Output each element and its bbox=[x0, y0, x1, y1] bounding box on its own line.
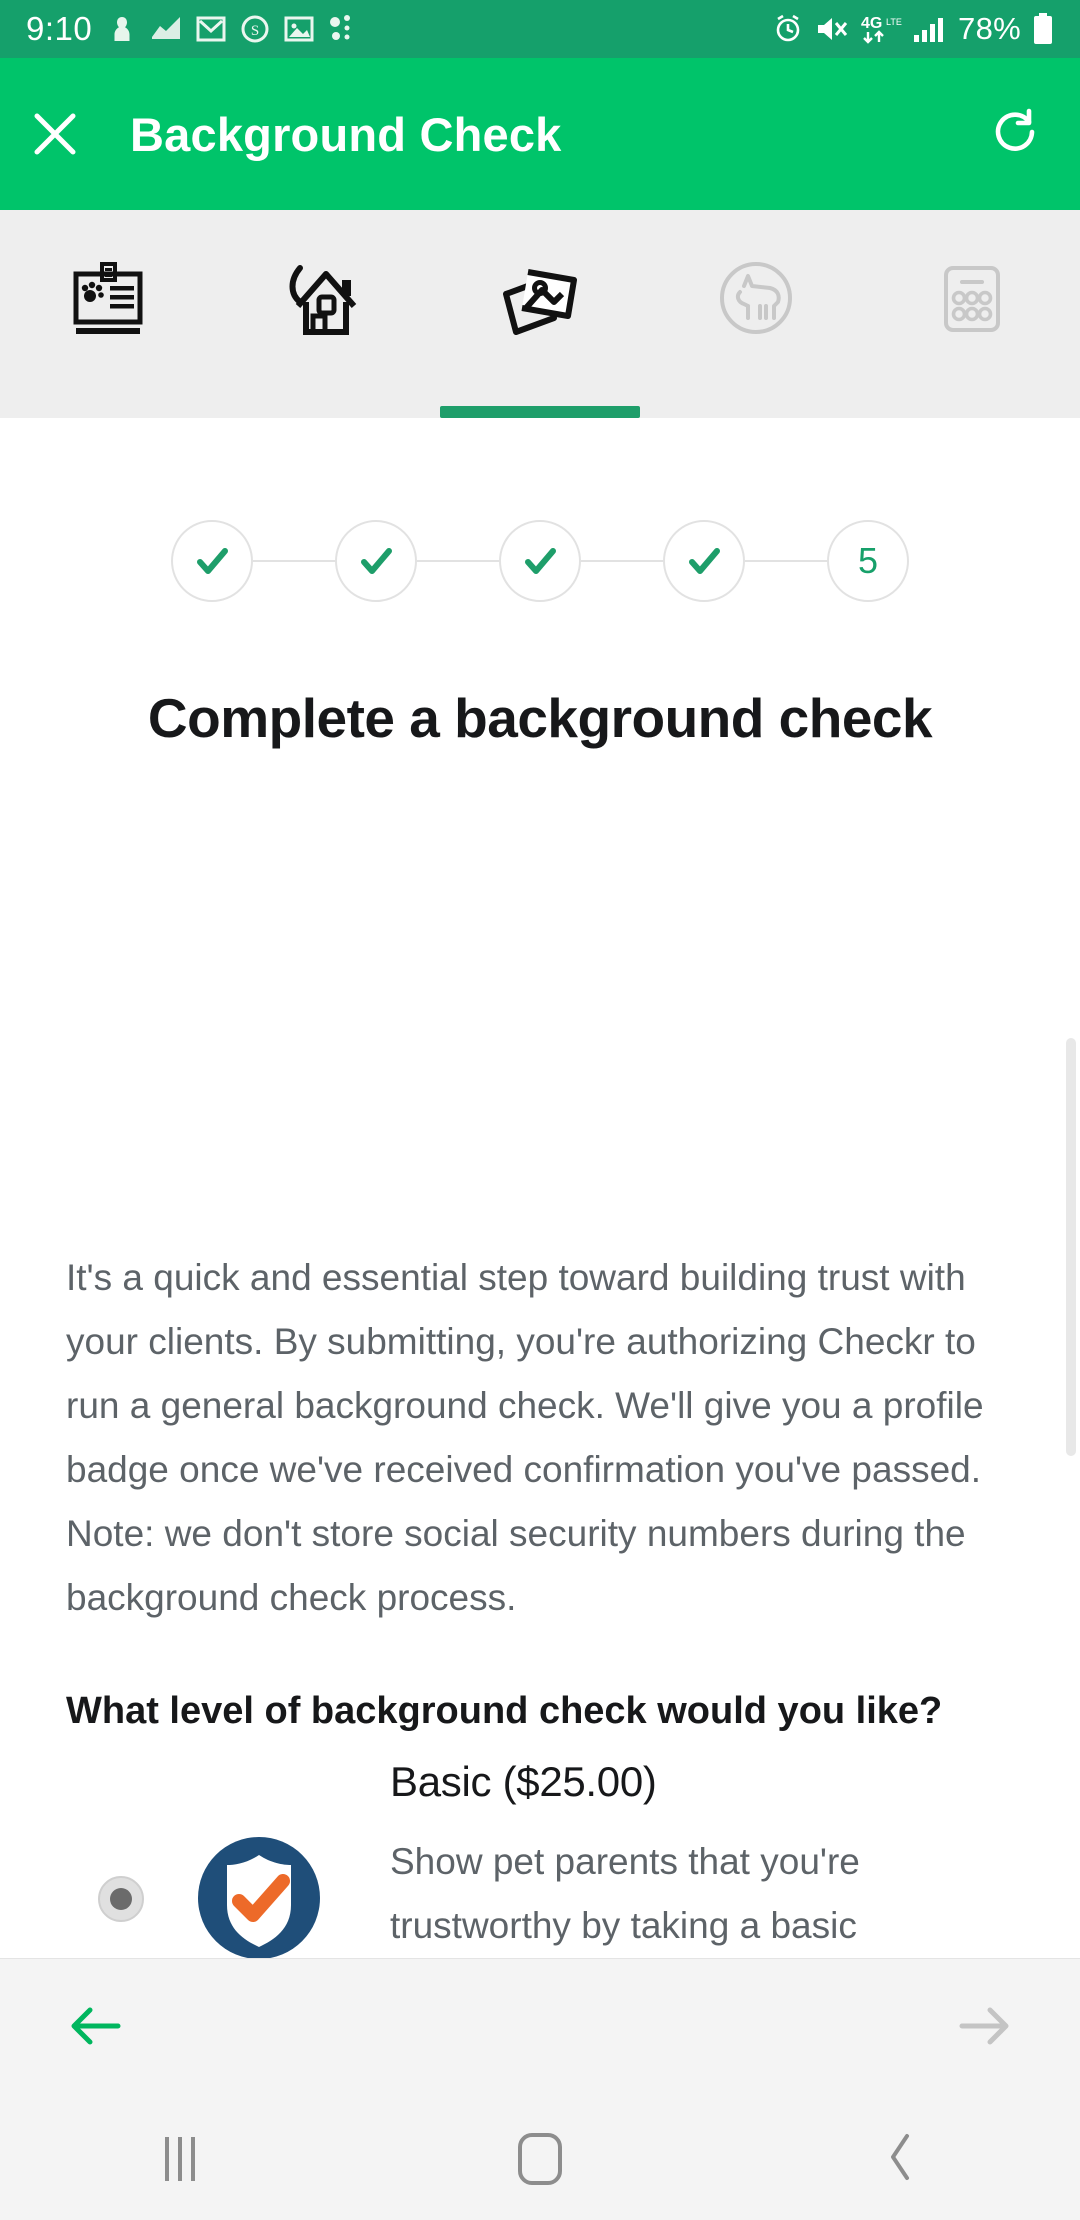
step-1[interactable] bbox=[171, 520, 253, 602]
option-basic-title: Basic ($25.00) bbox=[390, 1758, 657, 1805]
battery-icon bbox=[1032, 12, 1054, 46]
back-button[interactable] bbox=[800, 2098, 1000, 2220]
screen-root: 9:10 S 4G LTE 78% Background Check 5 Com… bbox=[0, 0, 1080, 2220]
pet-tracker-icon bbox=[108, 14, 136, 44]
gmail-icon bbox=[196, 14, 226, 44]
content-heading: Complete a background check bbox=[147, 687, 933, 749]
photos-icon bbox=[284, 15, 314, 43]
bluetooth-share-icon bbox=[328, 14, 354, 44]
battery-percent-label: 78% bbox=[958, 11, 1021, 46]
back-icon bbox=[883, 2130, 917, 2189]
recents-button[interactable] bbox=[80, 2098, 280, 2220]
status-bar-notification-icons: S bbox=[108, 14, 354, 44]
option-question-label: What level of background check would you… bbox=[66, 1690, 943, 1732]
house-icon bbox=[276, 250, 372, 351]
close-button[interactable] bbox=[0, 106, 110, 162]
previous-step-button[interactable] bbox=[66, 2001, 126, 2056]
skype-icon: S bbox=[240, 14, 270, 44]
step-5[interactable]: 5 bbox=[827, 520, 909, 602]
step-3[interactable] bbox=[499, 520, 581, 602]
tab-bar bbox=[0, 210, 1080, 418]
recents-icon bbox=[165, 2137, 195, 2181]
alarm-icon bbox=[772, 13, 804, 45]
mute-icon bbox=[815, 14, 849, 44]
tab-photos[interactable] bbox=[432, 210, 648, 418]
photos-icon bbox=[492, 250, 588, 351]
step-connector bbox=[417, 560, 499, 562]
step-5-label: 5 bbox=[857, 540, 879, 581]
active-tab-indicator bbox=[440, 406, 640, 418]
step-connector bbox=[581, 560, 663, 562]
option-basic-radio[interactable] bbox=[98, 1876, 144, 1922]
shield-check-badge-icon bbox=[194, 1833, 324, 1963]
tab-pets[interactable] bbox=[648, 210, 864, 418]
scroll-content: 5 Complete a background check It's a qui… bbox=[0, 418, 1080, 2220]
next-step-button[interactable] bbox=[954, 2001, 1014, 2056]
back-arrow-icon bbox=[66, 2001, 126, 2056]
status-bar: 9:10 S 4G LTE 78% bbox=[0, 0, 1080, 58]
signal-icon bbox=[913, 14, 947, 44]
svg-text:LTE: LTE bbox=[886, 17, 902, 27]
app-bar: Background Check bbox=[0, 58, 1080, 210]
sidebar-item-home[interactable] bbox=[216, 210, 432, 418]
home-icon bbox=[518, 2133, 562, 2185]
4g-lte-icon: 4G LTE bbox=[860, 13, 902, 45]
chart-icon bbox=[150, 15, 182, 43]
content-description: It's a quick and essential step toward b… bbox=[66, 1257, 984, 1618]
forward-arrow-icon bbox=[954, 2001, 1014, 2056]
step-connector bbox=[745, 560, 827, 562]
dog-circle-icon bbox=[708, 250, 804, 351]
pet-id-card-icon bbox=[60, 250, 156, 351]
status-bar-system-icons: 4G LTE 78% bbox=[772, 11, 1054, 47]
wizard-action-bar bbox=[0, 1958, 1080, 2098]
tab-calendar[interactable] bbox=[864, 210, 1080, 418]
step-4[interactable] bbox=[663, 520, 745, 602]
vertical-scrollbar[interactable] bbox=[1066, 1038, 1076, 1456]
status-bar-clock: 9:10 bbox=[26, 10, 93, 47]
refresh-icon bbox=[988, 105, 1042, 164]
svg-text:S: S bbox=[251, 23, 259, 39]
sidebar-item-pet-profile[interactable] bbox=[0, 210, 216, 418]
step-connector bbox=[253, 560, 335, 562]
step-2[interactable] bbox=[335, 520, 417, 602]
calendar-grid-icon bbox=[924, 250, 1020, 351]
refresh-button[interactable] bbox=[950, 105, 1080, 164]
home-button[interactable] bbox=[440, 2098, 640, 2220]
android-navigation-bar bbox=[0, 2098, 1080, 2220]
close-icon bbox=[27, 106, 83, 162]
svg-text:4G: 4G bbox=[861, 15, 882, 32]
page-title: Background Check bbox=[130, 107, 562, 161]
progress-stepper: 5 bbox=[0, 518, 1080, 604]
